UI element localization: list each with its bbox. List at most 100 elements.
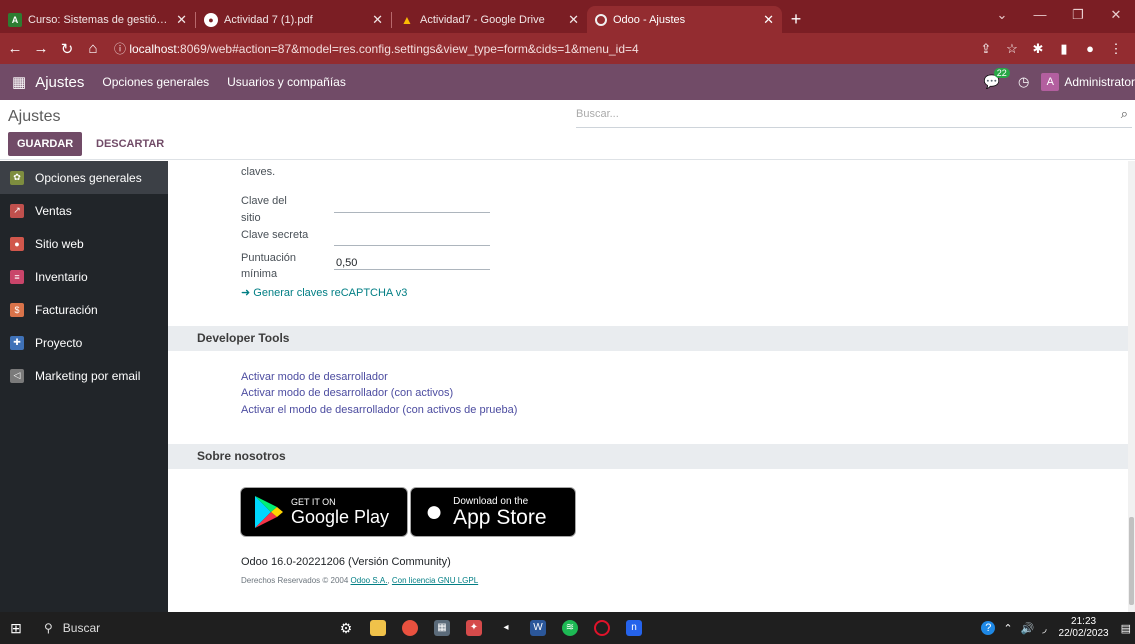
license-link[interactable]: Con licencia GNU LGPL [392, 576, 478, 585]
recaptcha-link-label: Generar claves reCAPTCHA v3 [253, 287, 408, 299]
site-key-label-line2: sitio [241, 212, 261, 224]
gear-icon: ✿ [10, 170, 24, 185]
sidebar-item-marketing[interactable]: ◁ Marketing por email [0, 359, 168, 392]
calculator-icon[interactable]: ▦ [426, 612, 458, 644]
sidebar-item-ventas[interactable]: ↗ Ventas [0, 194, 168, 227]
sidebar-item-inventario[interactable]: ≡ Inventario [0, 260, 168, 293]
google-play-badge[interactable]: GET IT ON Google Play [240, 487, 408, 537]
star-icon[interactable]: ☆ [999, 41, 1025, 57]
close-tab-icon[interactable]: ✕ [176, 12, 187, 28]
page-title: Ajustes [8, 108, 61, 125]
minimize-icon[interactable]: — [1021, 0, 1059, 33]
volume-icon[interactable]: 🔊 [1021, 622, 1035, 635]
chevron-up-icon[interactable]: ⌃ [1003, 622, 1012, 635]
windows-start-icon[interactable]: ⊞ [0, 620, 32, 637]
control-panel: Ajustes ⌕ GUARDAR DESCARTAR [0, 100, 1135, 160]
version-text: Odoo 16.0-20221206 (Versión Community) [241, 556, 451, 568]
min-score-field[interactable] [334, 269, 490, 270]
menu-usuarios-companias[interactable]: Usuarios y compañías [227, 75, 346, 89]
info-icon[interactable]: ⓘ [114, 42, 129, 56]
company-link[interactable]: Odoo S.A. [351, 576, 388, 585]
globe-icon: ● [10, 236, 24, 251]
menu-opciones-generales[interactable]: Opciones generales [102, 75, 209, 89]
close-tab-icon[interactable]: ✕ [763, 12, 774, 28]
chrome-icon[interactable] [394, 612, 426, 644]
close-tab-icon[interactable]: ✕ [372, 12, 383, 28]
home-icon[interactable]: ⌂ [82, 40, 104, 57]
discard-button[interactable]: DESCARTAR [96, 132, 164, 156]
browser-tab-course[interactable]: A Curso: Sistemas de gestión empr ✕ [0, 6, 195, 33]
chat-icon[interactable]: 💬 22 [984, 68, 1010, 90]
app-store-badge[interactable]: ● Download on the App Store [410, 487, 576, 537]
new-tab-button[interactable]: + [782, 6, 810, 33]
claves-text: claves. [241, 166, 276, 178]
activity-clock-icon[interactable]: ◷ [1018, 74, 1029, 90]
help-icon[interactable]: ? [981, 621, 996, 635]
chevron-down-icon[interactable]: ⌄ [983, 0, 1021, 33]
close-tab-icon[interactable]: ✕ [568, 12, 579, 28]
activate-dev-mode-assets-link[interactable]: Activar modo de desarrollador (con activ… [241, 387, 453, 399]
url-field[interactable]: ⓘ localhost:8069/web#action=87&model=res… [114, 40, 973, 57]
url-path: :8069/web#action=87&model=res.config.set… [176, 42, 639, 56]
back-icon[interactable]: ← [4, 40, 26, 57]
network-icon[interactable]: ◞ [1042, 622, 1046, 635]
generate-recaptcha-link[interactable]: ➜ Generar claves reCAPTCHA v3 [241, 286, 407, 299]
file-explorer-icon[interactable] [362, 612, 394, 644]
media-icon[interactable]: ◂ [490, 612, 522, 644]
close-icon[interactable]: ✕ [1097, 0, 1135, 33]
extensions-icon[interactable]: ✱ [1025, 41, 1051, 57]
browser-tab-pdf[interactable]: ● Actividad 7 (1).pdf ✕ [196, 6, 391, 33]
user-name[interactable]: Administrator [1064, 75, 1135, 89]
site-key-label-line1: Clave del [241, 195, 287, 207]
activate-dev-mode-tests-link[interactable]: Activar el modo de desarrollador (con ac… [241, 404, 517, 416]
save-button[interactable]: GUARDAR [8, 132, 83, 156]
clock-time: 21:23 [1071, 616, 1097, 627]
activate-dev-mode-link[interactable]: Activar modo de desarrollador [241, 371, 388, 383]
menu-icon[interactable]: ⋮ [1103, 41, 1129, 57]
puzzle-icon: ✚ [10, 335, 24, 350]
scrollbar-thumb[interactable] [1129, 517, 1134, 605]
word-icon[interactable]: W [522, 612, 554, 644]
google-play-small-text: GET IT ON [291, 497, 336, 507]
sidebar-item-label: Opciones generales [35, 170, 142, 185]
sidebar-item-opciones-generales[interactable]: ✿ Opciones generales [0, 161, 168, 194]
navbar-systray: 💬 22 ◷ A Administrator [984, 64, 1135, 100]
sidebar-item-sitio-web[interactable]: ● Sitio web [0, 227, 168, 260]
google-play-icon [255, 496, 283, 528]
avatar[interactable]: A [1041, 73, 1060, 91]
apple-icon: ● [425, 495, 444, 528]
profile-icon[interactable]: ● [1077, 41, 1103, 56]
share-icon[interactable]: ⇪ [973, 41, 999, 57]
settings-app-icon[interactable]: ⚙ [330, 612, 362, 644]
site-key-field[interactable] [334, 212, 490, 213]
search-input[interactable] [576, 108, 1106, 120]
taskbar-clock[interactable]: 21:23 22/02/2023 [1059, 616, 1109, 640]
taskbar-search[interactable]: ⚲ Buscar [32, 612, 210, 644]
sidebar-item-label: Sitio web [35, 236, 84, 251]
search-icon[interactable]: ⌕ [1121, 106, 1128, 122]
sidebar-item-label: Facturación [35, 302, 98, 317]
min-score-label-line1: Puntuación [241, 252, 297, 264]
reload-icon[interactable]: ↻ [56, 40, 78, 58]
chat-count-badge: 22 [993, 68, 1010, 78]
odoo-icon [595, 13, 607, 26]
notion-icon[interactable]: n [618, 612, 650, 644]
clock-date: 22/02/2023 [1058, 628, 1109, 639]
secret-key-field[interactable] [334, 245, 490, 246]
opera-icon[interactable] [586, 612, 618, 644]
notifications-icon[interactable]: ▤ [1121, 622, 1131, 635]
forward-icon[interactable]: → [30, 40, 52, 57]
sidepanel-icon[interactable]: ▮ [1051, 41, 1077, 57]
sidebar-item-label: Marketing por email [35, 368, 141, 383]
app-icon[interactable]: ✦ [458, 612, 490, 644]
app-title[interactable]: Ajustes [35, 74, 84, 91]
spotify-icon[interactable]: ≋ [554, 612, 586, 644]
maximize-icon[interactable]: ❐ [1059, 0, 1097, 33]
url-host: localhost [129, 42, 177, 56]
apps-grid-icon[interactable]: ▦ [12, 73, 26, 91]
browser-tab-odoo[interactable]: Odoo - Ajustes ✕ [587, 6, 782, 33]
sidebar-item-facturacion[interactable]: $ Facturación [0, 293, 168, 326]
sidebar-item-proyecto[interactable]: ✚ Proyecto [0, 326, 168, 359]
min-score-value[interactable]: 0,50 [336, 257, 357, 269]
browser-tab-drive[interactable]: ▲ Actividad7 - Google Drive ✕ [392, 6, 587, 33]
